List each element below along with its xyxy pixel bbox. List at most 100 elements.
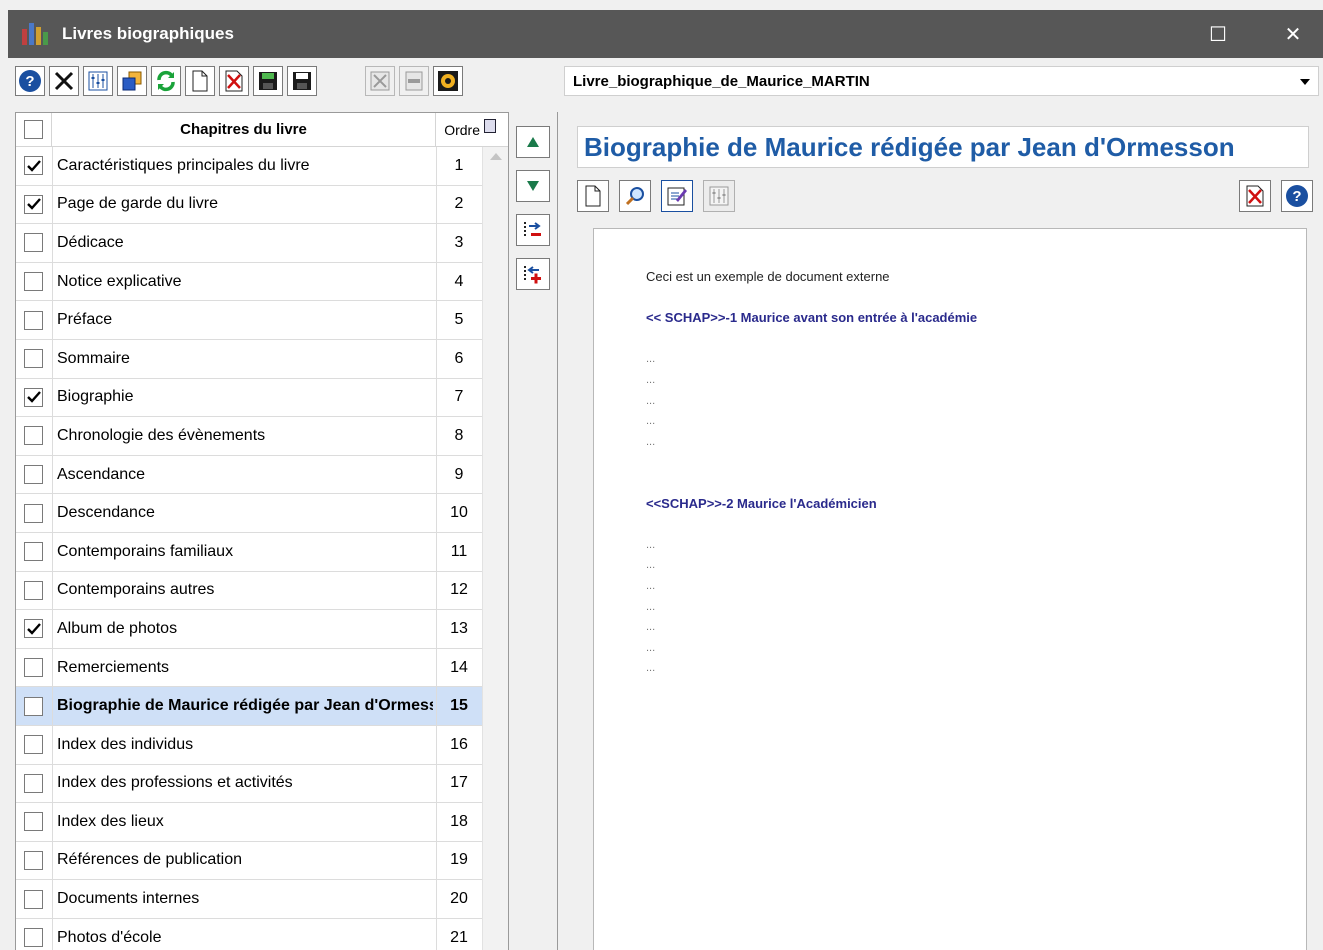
add-chapter-button[interactable] bbox=[516, 258, 550, 290]
chapter-checkbox[interactable] bbox=[24, 889, 43, 909]
table-row[interactable]: Descendance 10 bbox=[16, 494, 482, 533]
chapter-label[interactable]: Album de photos bbox=[57, 620, 433, 638]
chapter-order[interactable]: 18 bbox=[436, 813, 482, 831]
scroll-up-icon[interactable] bbox=[490, 153, 502, 160]
minus-button[interactable] bbox=[399, 66, 429, 96]
chapter-checkbox[interactable] bbox=[24, 194, 43, 214]
chapter-label[interactable]: Biographie bbox=[57, 388, 433, 406]
chapter-order[interactable]: 16 bbox=[436, 736, 482, 754]
chapter-order[interactable]: 7 bbox=[436, 388, 482, 406]
chapter-checkbox[interactable] bbox=[24, 349, 43, 369]
chapter-checkbox[interactable] bbox=[24, 465, 43, 485]
header-chapters[interactable]: Chapitres du livre bbox=[52, 113, 436, 147]
chapter-checkbox[interactable] bbox=[24, 812, 43, 832]
table-row[interactable]: Chronologie des évènements 8 bbox=[16, 417, 482, 456]
chapter-label[interactable]: Photos d'école bbox=[57, 929, 433, 947]
gear-button[interactable] bbox=[433, 66, 463, 96]
doc-help-button[interactable]: ? bbox=[1281, 180, 1313, 212]
chapter-checkbox[interactable] bbox=[24, 272, 43, 292]
table-row[interactable]: Sommaire 6 bbox=[16, 339, 482, 379]
select-all-checkbox[interactable] bbox=[24, 120, 43, 139]
table-row[interactable]: Index des individus 16 bbox=[16, 725, 482, 765]
chapter-order[interactable]: 12 bbox=[436, 581, 482, 599]
column-settings-icon[interactable] bbox=[484, 119, 496, 133]
tools-button[interactable] bbox=[49, 66, 79, 96]
delete-button[interactable] bbox=[219, 66, 249, 96]
chapter-checkbox[interactable] bbox=[24, 156, 43, 176]
chapter-order[interactable]: 21 bbox=[436, 929, 482, 947]
cancel-button[interactable] bbox=[365, 66, 395, 96]
table-row[interactable]: Remerciements 14 bbox=[16, 648, 482, 688]
chapter-checkbox[interactable] bbox=[24, 735, 43, 755]
chapter-checkbox[interactable] bbox=[24, 426, 43, 446]
chapter-label[interactable]: Préface bbox=[57, 311, 433, 329]
chapter-checkbox[interactable] bbox=[24, 580, 43, 600]
table-row[interactable]: Album de photos 13 bbox=[16, 610, 482, 649]
chapter-order[interactable]: 5 bbox=[436, 311, 482, 329]
chapter-order[interactable]: 14 bbox=[436, 659, 482, 677]
chapter-checkbox[interactable] bbox=[24, 233, 43, 253]
save-button[interactable] bbox=[287, 66, 317, 96]
table-row[interactable]: Page de garde du livre 2 bbox=[16, 185, 482, 225]
select-all-cell[interactable] bbox=[16, 113, 52, 147]
table-row[interactable]: Biographie 7 bbox=[16, 378, 482, 418]
chapter-label[interactable]: Références de publication bbox=[57, 851, 433, 869]
chapter-label[interactable]: Documents internes bbox=[57, 890, 433, 908]
header-order[interactable]: Ordre bbox=[436, 113, 482, 147]
save-as-button[interactable] bbox=[253, 66, 283, 96]
chapter-label[interactable]: Index des lieux bbox=[57, 813, 433, 831]
chapter-checkbox[interactable] bbox=[24, 850, 43, 870]
chapter-order[interactable]: 8 bbox=[436, 427, 482, 445]
chapter-label[interactable]: Index des professions et activités bbox=[57, 774, 433, 792]
chapter-order[interactable]: 2 bbox=[436, 195, 482, 213]
chapter-label[interactable]: Dédicace bbox=[57, 234, 433, 252]
doc-settings-button[interactable] bbox=[703, 180, 735, 212]
chapter-label[interactable]: Remerciements bbox=[57, 659, 433, 677]
chapters-scrollbar[interactable] bbox=[482, 147, 508, 950]
doc-preview-button[interactable] bbox=[619, 180, 651, 212]
chapter-order[interactable]: 1 bbox=[436, 157, 482, 175]
chapter-checkbox[interactable] bbox=[24, 542, 43, 562]
chapter-order[interactable]: 11 bbox=[436, 543, 482, 561]
chapter-order[interactable]: 10 bbox=[436, 504, 482, 522]
chapter-label[interactable]: Contemporains familiaux bbox=[57, 543, 433, 561]
doc-delete-button[interactable] bbox=[1239, 180, 1271, 212]
table-row[interactable]: Biographie de Maurice rédigée par Jean d… bbox=[16, 687, 482, 726]
chapter-checkbox[interactable] bbox=[24, 773, 43, 793]
chapter-label[interactable]: Descendance bbox=[57, 504, 433, 522]
table-row[interactable]: Préface 5 bbox=[16, 301, 482, 340]
help-button[interactable]: ? bbox=[15, 66, 45, 96]
chapter-order[interactable]: 20 bbox=[436, 890, 482, 908]
chapter-label[interactable]: Biographie de Maurice rédigée par Jean d… bbox=[57, 697, 433, 715]
chapter-label[interactable]: Chronologie des évènements bbox=[57, 427, 433, 445]
chapter-label[interactable]: Ascendance bbox=[57, 466, 433, 484]
table-row[interactable]: Dédicace 3 bbox=[16, 224, 482, 263]
move-up-button[interactable] bbox=[516, 126, 550, 158]
document-preview[interactable]: Ceci est un exemple de document externe … bbox=[593, 228, 1307, 950]
chapter-order[interactable]: 15 bbox=[436, 697, 482, 715]
copy-button[interactable] bbox=[117, 66, 147, 96]
chevron-down-icon[interactable] bbox=[1300, 79, 1310, 85]
chapter-label[interactable]: Page de garde du livre bbox=[57, 195, 433, 213]
table-row[interactable]: Index des lieux 18 bbox=[16, 803, 482, 842]
table-row[interactable]: Ascendance 9 bbox=[16, 455, 482, 495]
maximize-button[interactable]: ☐ bbox=[1188, 10, 1248, 58]
chapter-checkbox[interactable] bbox=[24, 658, 43, 678]
remove-chapter-button[interactable] bbox=[516, 214, 550, 246]
chapter-order[interactable]: 19 bbox=[436, 851, 482, 869]
document-title[interactable]: Biographie de Maurice rédigée par Jean d… bbox=[577, 126, 1309, 168]
chapter-order[interactable]: 13 bbox=[436, 620, 482, 638]
book-select[interactable]: Livre_biographique_de_Maurice_MARTIN bbox=[564, 66, 1319, 96]
chapter-checkbox[interactable] bbox=[24, 619, 43, 639]
chapter-label[interactable]: Notice explicative bbox=[57, 273, 433, 291]
chapter-order[interactable]: 9 bbox=[436, 466, 482, 484]
chapter-checkbox[interactable] bbox=[24, 928, 43, 948]
chapter-order[interactable]: 6 bbox=[436, 350, 482, 368]
table-row[interactable]: Contemporains autres 12 bbox=[16, 571, 482, 611]
chapter-checkbox[interactable] bbox=[24, 310, 43, 330]
move-down-button[interactable] bbox=[516, 170, 550, 202]
close-button[interactable]: ✕ bbox=[1263, 10, 1323, 58]
chapter-label[interactable]: Index des individus bbox=[57, 736, 433, 754]
refresh-button[interactable] bbox=[151, 66, 181, 96]
table-row[interactable]: Caractéristiques principales du livre 1 bbox=[16, 147, 482, 186]
